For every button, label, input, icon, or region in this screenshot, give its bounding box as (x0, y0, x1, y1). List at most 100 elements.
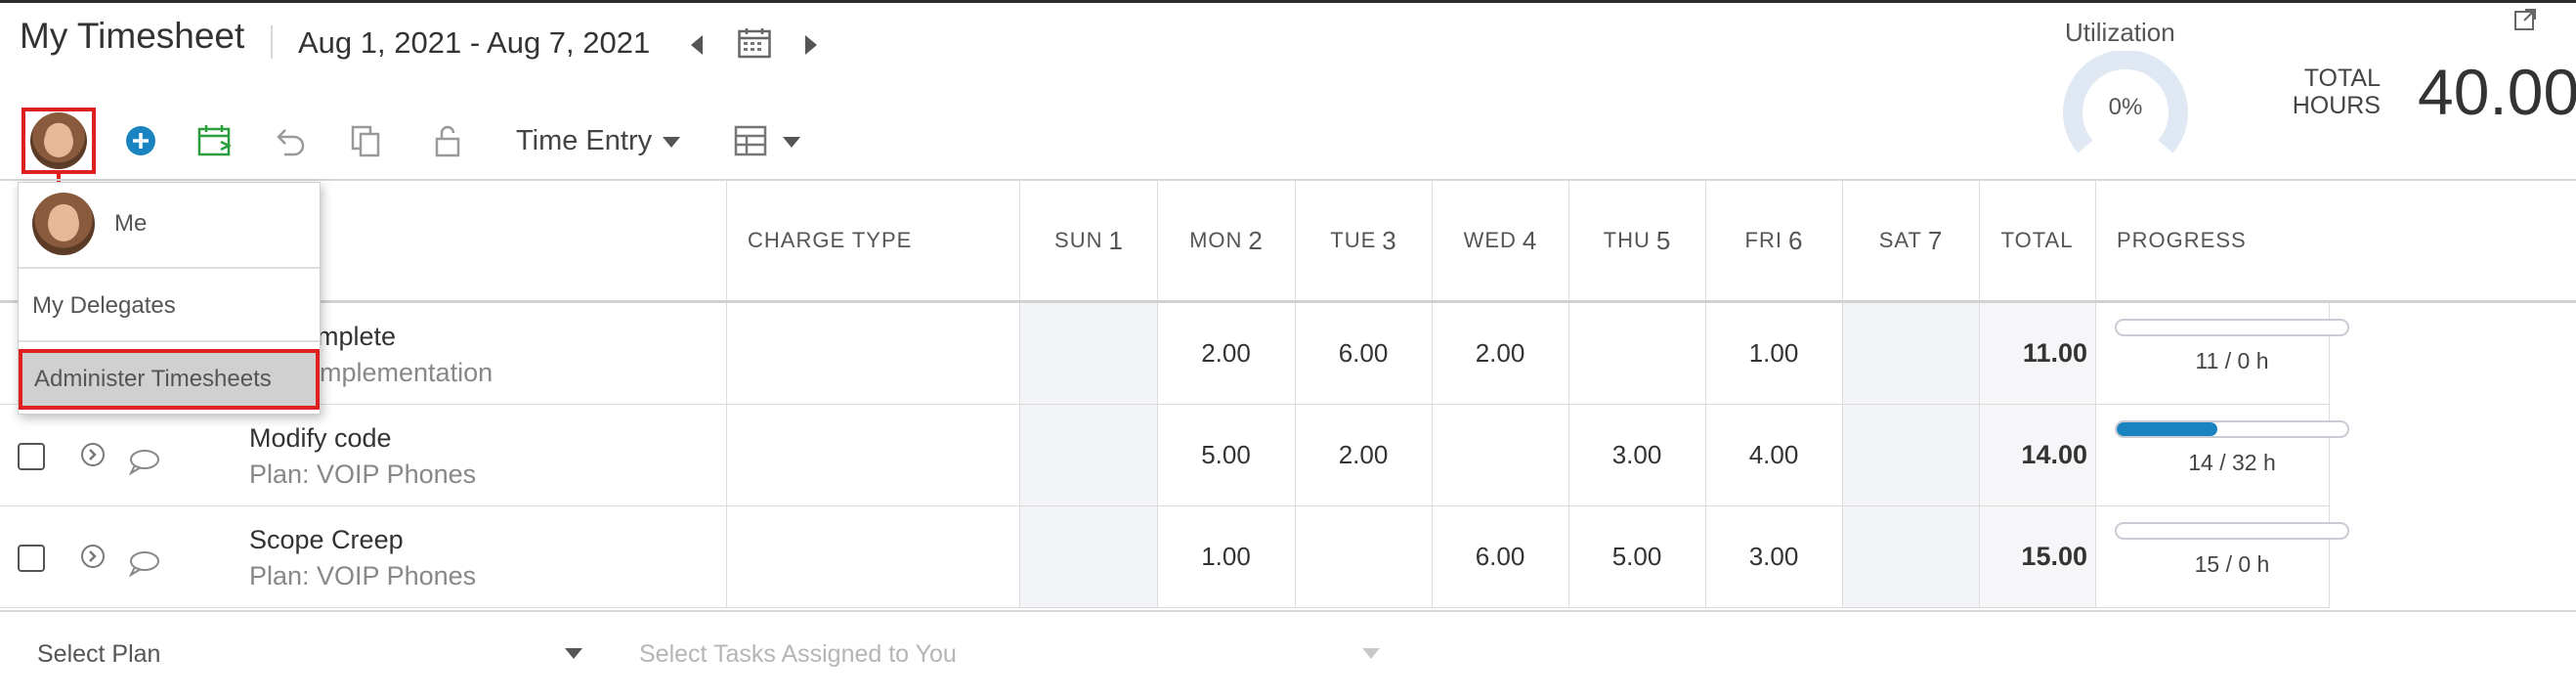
hours-cell-thu[interactable] (1568, 303, 1705, 404)
task-name[interactable]: Modify code (249, 423, 392, 454)
previous-week-arrow-icon[interactable] (691, 35, 703, 55)
column-divider (2095, 181, 2096, 608)
comment-icon[interactable] (127, 549, 160, 577)
select-plan-chevron-down-icon[interactable] (565, 648, 582, 659)
day-header-number: 6 (1787, 225, 1803, 255)
hours-cell-tue[interactable]: 2.00 (1295, 405, 1432, 505)
total-column-header: TOTAL (2000, 228, 2074, 252)
day-header-wed: WED 4 (1432, 181, 1568, 300)
view-mode-dropdown[interactable]: Time Entry (516, 125, 652, 157)
hours-cell-mon[interactable]: 2.00 (1157, 303, 1295, 404)
menu-item-label: Administer Timesheets (34, 366, 272, 392)
copy-icon[interactable] (346, 121, 385, 160)
menu-divider (19, 267, 320, 269)
row-total: 11.00 (2022, 338, 2087, 368)
hours-cell-wed[interactable] (1432, 405, 1568, 505)
utilization-gauge: 0% (2062, 49, 2189, 158)
hours-cell-tue[interactable] (1295, 506, 1432, 607)
day-header-sat: SAT 7 (1842, 181, 1979, 300)
hours-cell-wed[interactable]: 6.00 (1432, 506, 1568, 607)
layout-grid-icon[interactable] (731, 121, 770, 160)
navigate-icon[interactable] (80, 544, 106, 569)
hours-cell-mon[interactable]: 5.00 (1157, 405, 1295, 505)
saturday-column-shade (1842, 302, 1979, 608)
progress-bar (2115, 319, 2349, 336)
select-plan-dropdown[interactable]: Select Plan (37, 640, 160, 669)
day-header-label: WED (1463, 228, 1517, 252)
day-header-fri: FRI 6 (1705, 181, 1842, 300)
charge-type-column-header: CHARGE TYPE (748, 228, 913, 252)
progress-bar (2115, 522, 2349, 540)
menu-item-me[interactable]: Me (114, 210, 147, 238)
menu-item-my-delegates[interactable]: My Delegates (32, 292, 176, 320)
comment-icon[interactable] (127, 448, 160, 475)
day-header-mon: MON 2 (1157, 181, 1295, 300)
user-avatar-button[interactable] (21, 108, 96, 174)
day-header-label: FRI (1744, 228, 1782, 252)
task-plan: Plan: VOIP Phones (249, 561, 477, 591)
hours-cell-wed[interactable]: 2.00 (1432, 303, 1568, 404)
column-divider (1019, 181, 1020, 608)
day-header-sun: SUN 1 (1020, 181, 1157, 300)
hours-cell-thu[interactable]: 5.00 (1568, 506, 1705, 607)
progress-text: 11 / 0 h (2195, 348, 2269, 373)
next-week-arrow-icon[interactable] (805, 35, 817, 55)
select-tasks-chevron-down-icon[interactable] (1362, 648, 1380, 659)
progress-fill (2117, 422, 2218, 436)
day-header-label: SUN (1054, 228, 1103, 252)
total-hours-value: 40.00 (2418, 56, 2576, 128)
task-plan: Plan: VOIP Phones (249, 459, 477, 489)
day-header-label: TUE (1330, 228, 1377, 252)
sunday-column-shade (1020, 302, 1157, 608)
utilization-label: Utilization (2065, 18, 2175, 47)
copy-week-calendar-icon[interactable] (195, 121, 235, 160)
add-icon[interactable] (121, 121, 160, 160)
hours-cell-mon[interactable]: 1.00 (1157, 506, 1295, 607)
row-total: 15.00 (2021, 542, 2087, 571)
hours-cell-fri[interactable]: 3.00 (1705, 506, 1842, 607)
day-header-number: 7 (1927, 225, 1943, 255)
day-header-label: MON (1189, 228, 1243, 252)
avatar (32, 193, 95, 255)
undo-icon[interactable] (270, 121, 309, 160)
progress-column-header: PROGRESS (2117, 228, 2247, 252)
day-header-number: 4 (1522, 225, 1537, 255)
total-label-line1: TOTAL (2303, 65, 2381, 92)
user-menu: Me My Delegates Administer Timesheets (18, 182, 321, 415)
day-header-tue: TUE 3 (1295, 181, 1432, 300)
expand-icon[interactable] (2513, 8, 2537, 31)
day-header-number: 5 (1655, 225, 1671, 255)
column-divider (1842, 181, 1843, 608)
window-top-border (0, 0, 2576, 3)
grid-bottom-border (0, 610, 2576, 612)
day-header-label: THU (1603, 228, 1651, 252)
page-title: My Timesheet (20, 16, 245, 56)
title-separator (271, 25, 273, 59)
progress-text: 15 / 0 h (2194, 551, 2270, 577)
row-checkbox[interactable] (18, 443, 45, 470)
utilization-percent: 0% (2108, 94, 2143, 120)
layout-chevron-down-icon[interactable] (783, 137, 800, 148)
progress-bar (2115, 420, 2349, 438)
total-hours-label: TOTAL HOURS (2273, 65, 2381, 119)
calendar-icon[interactable] (738, 27, 771, 59)
view-mode-chevron-down-icon[interactable] (663, 137, 680, 148)
day-header-number: 1 (1108, 225, 1123, 255)
select-tasks-dropdown[interactable]: Select Tasks Assigned to You (639, 640, 957, 669)
column-divider (726, 181, 727, 608)
row-total: 14.00 (2021, 440, 2087, 469)
hours-cell-tue[interactable]: 6.00 (1295, 303, 1432, 404)
hours-cell-fri[interactable]: 4.00 (1705, 405, 1842, 505)
avatar (30, 112, 87, 169)
row-checkbox[interactable] (18, 545, 45, 572)
lock-icon[interactable] (428, 121, 467, 160)
menu-item-administer-timesheets[interactable]: Administer Timesheets (19, 349, 320, 410)
hours-cell-thu[interactable]: 3.00 (1568, 405, 1705, 505)
navigate-icon[interactable] (80, 442, 106, 467)
total-label-line2: HOURS (2292, 92, 2381, 119)
hours-cell-fri[interactable]: 1.00 (1705, 303, 1842, 404)
view-mode-label: Time Entry (516, 125, 653, 156)
day-header-label: SAT (1878, 228, 1922, 252)
task-name[interactable]: Scope Creep (249, 525, 404, 555)
date-range: Aug 1, 2021 - Aug 7, 2021 (298, 25, 651, 60)
